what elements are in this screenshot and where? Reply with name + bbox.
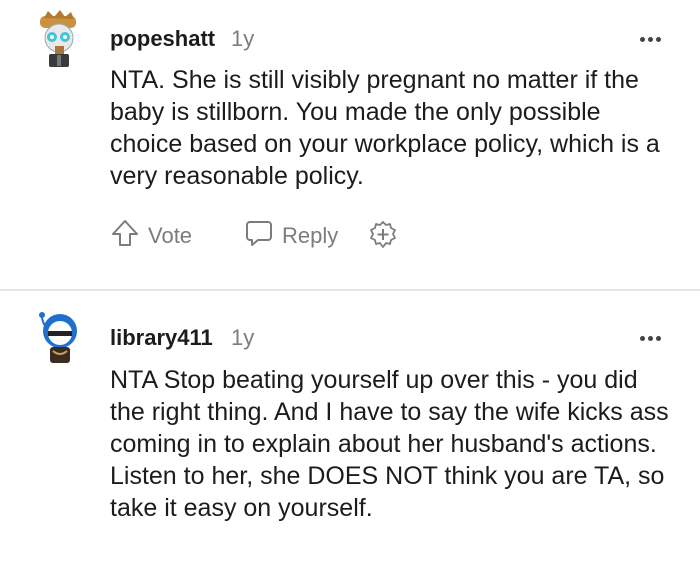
- comment-2: library411 1y NTA Stop beating yourself …: [0, 0, 700, 570]
- avatar[interactable]: [36, 307, 82, 365]
- comment-age: 1y: [231, 325, 255, 350]
- username[interactable]: library411: [110, 325, 213, 351]
- more-options-icon[interactable]: [640, 336, 661, 341]
- comment-body: NTA Stop beating yourself up over this -…: [110, 366, 669, 522]
